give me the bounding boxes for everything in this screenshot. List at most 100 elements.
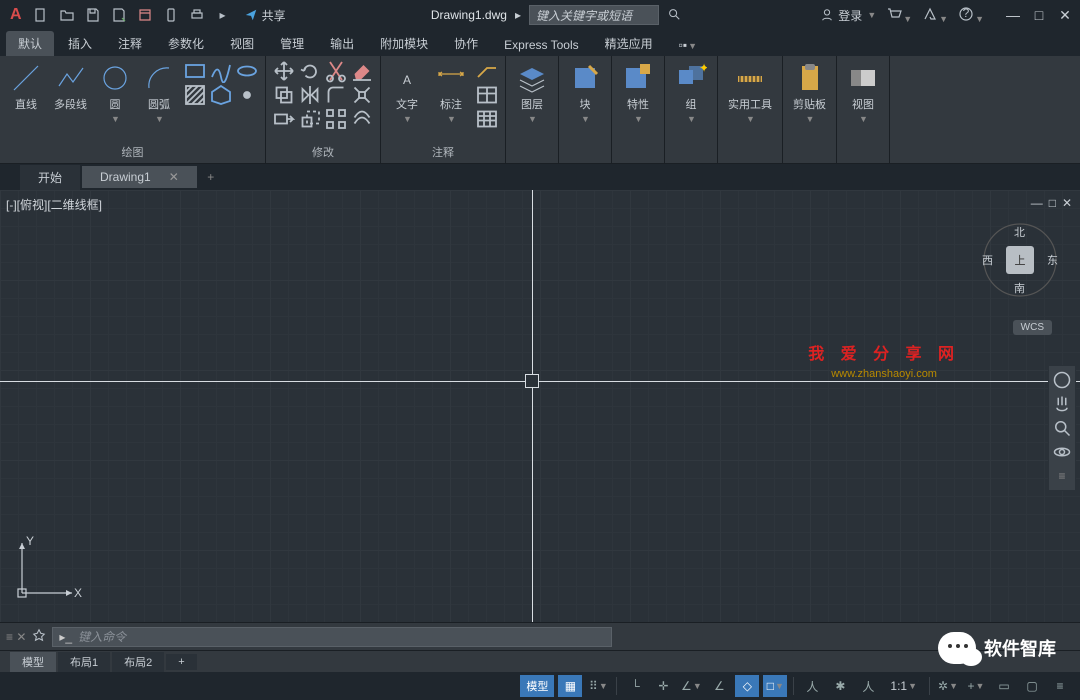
point-icon[interactable] bbox=[235, 84, 259, 106]
panel-draw-title[interactable]: 绘图 bbox=[6, 142, 259, 163]
cloud-icon[interactable] bbox=[475, 108, 499, 130]
status-lwt-icon[interactable]: □▼ bbox=[763, 675, 787, 697]
view-button[interactable]: 视图▼ bbox=[843, 60, 883, 126]
status-ws-icon[interactable]: ▭ bbox=[992, 675, 1016, 697]
chevron-right-icon[interactable]: ▸ bbox=[515, 8, 521, 22]
status-anno-icon[interactable]: 人 bbox=[800, 675, 824, 697]
nav-orbit-icon[interactable] bbox=[1052, 442, 1072, 462]
viewport-label[interactable]: [-][俯视][二维线框] bbox=[6, 196, 102, 213]
open-icon[interactable] bbox=[56, 4, 78, 26]
explode-icon[interactable] bbox=[350, 84, 374, 106]
status-gear-icon[interactable]: ✲▼ bbox=[936, 675, 960, 697]
status-osnap-icon[interactable]: ◇ bbox=[735, 675, 759, 697]
erase-icon[interactable] bbox=[350, 60, 374, 82]
spline-icon[interactable] bbox=[209, 60, 233, 82]
tab-view[interactable]: 视图 bbox=[218, 31, 266, 56]
cart-icon[interactable]: ▼ bbox=[886, 6, 912, 25]
line-button[interactable]: 直线 bbox=[6, 60, 46, 114]
help-icon[interactable]: ?▼ bbox=[958, 6, 984, 25]
autodesk-icon[interactable]: ▼ bbox=[922, 6, 948, 25]
prop-button[interactable]: 特性▼ bbox=[618, 60, 658, 126]
status-qs-icon[interactable]: ▢ bbox=[1020, 675, 1044, 697]
vp-min-icon[interactable]: — bbox=[1031, 196, 1043, 210]
stretch-icon[interactable] bbox=[272, 108, 296, 130]
layer-button[interactable]: 图层▼ bbox=[512, 60, 552, 126]
text-button[interactable]: A文字▼ bbox=[387, 60, 427, 126]
ellipse-icon[interactable] bbox=[235, 60, 259, 82]
group-button[interactable]: ✦组▼ bbox=[671, 60, 711, 126]
command-input[interactable]: ▸_ 键入命令 bbox=[52, 627, 612, 647]
saveas-icon[interactable] bbox=[108, 4, 130, 26]
cmd-hist-icon[interactable]: ≡ ✕ bbox=[6, 630, 26, 644]
layout-add[interactable]: + bbox=[166, 654, 196, 670]
tab-drawing1[interactable]: Drawing1✕ bbox=[82, 166, 197, 188]
web-icon[interactable] bbox=[134, 4, 156, 26]
status-annoscale-icon[interactable]: ✱ bbox=[828, 675, 852, 697]
status-snap-icon[interactable]: ⠿▼ bbox=[586, 675, 610, 697]
status-model[interactable]: 模型 bbox=[520, 675, 554, 697]
viewcube[interactable]: 北 南 东 西 上 bbox=[980, 220, 1060, 300]
status-polar-icon[interactable]: ✛ bbox=[651, 675, 675, 697]
clip-button[interactable]: 剪贴板▼ bbox=[789, 60, 830, 126]
panel-annot-title[interactable]: 注释 bbox=[387, 142, 499, 163]
tab-close-icon[interactable]: ✕ bbox=[169, 170, 179, 184]
util-button[interactable]: 实用工具▼ bbox=[724, 60, 776, 126]
mobile-icon[interactable] bbox=[160, 4, 182, 26]
login-button[interactable]: 登录 ▼ bbox=[820, 7, 876, 24]
hatch-icon[interactable] bbox=[183, 84, 207, 106]
status-otrack-icon[interactable]: ∠ bbox=[707, 675, 731, 697]
layout-2[interactable]: 布局2 bbox=[112, 652, 164, 672]
status-plus-icon[interactable]: +▼ bbox=[964, 675, 988, 697]
status-grid-icon[interactable]: ▦ bbox=[558, 675, 582, 697]
tab-parametric[interactable]: 参数化 bbox=[156, 31, 216, 56]
circle-button[interactable]: 圆▼ bbox=[95, 60, 135, 126]
search-input[interactable]: 键入关键字或短语 bbox=[529, 5, 659, 25]
dim-button[interactable]: 标注▼ bbox=[431, 60, 471, 126]
rotate-icon[interactable] bbox=[298, 60, 322, 82]
tab-collab[interactable]: 协作 bbox=[442, 31, 490, 56]
tab-output[interactable]: 输出 bbox=[318, 31, 366, 56]
status-annovis-icon[interactable]: 人 bbox=[856, 675, 880, 697]
array-icon[interactable] bbox=[324, 108, 348, 130]
tab-default[interactable]: 默认 bbox=[6, 31, 54, 56]
rect-icon[interactable] bbox=[183, 60, 207, 82]
status-scale[interactable]: 1:1▼ bbox=[884, 675, 923, 697]
viewcube-top[interactable]: 上 bbox=[1006, 246, 1034, 274]
table-icon[interactable] bbox=[475, 84, 499, 106]
layout-1[interactable]: 布局1 bbox=[58, 652, 110, 672]
tab-insert[interactable]: 插入 bbox=[56, 31, 104, 56]
block-button[interactable]: 块▼ bbox=[565, 60, 605, 126]
tab-add-button[interactable]: + bbox=[199, 170, 223, 184]
new-icon[interactable] bbox=[30, 4, 52, 26]
tab-start[interactable]: 开始 bbox=[20, 165, 80, 190]
minimize-icon[interactable]: — bbox=[1004, 7, 1022, 24]
save-icon[interactable] bbox=[82, 4, 104, 26]
app-logo[interactable]: A bbox=[6, 6, 26, 24]
wcs-button[interactable]: WCS bbox=[1013, 320, 1052, 335]
fillet-icon[interactable] bbox=[324, 84, 348, 106]
copy-icon[interactable] bbox=[272, 84, 296, 106]
status-ortho-icon[interactable]: └ bbox=[623, 675, 647, 697]
nav-wheel-icon[interactable] bbox=[1052, 370, 1072, 390]
tab-express[interactable]: Express Tools bbox=[492, 34, 590, 56]
panel-modify-title[interactable]: 修改 bbox=[272, 142, 374, 163]
drawing-canvas[interactable]: [-][俯视][二维线框] — □ ✕ 我 爱 分 享 网 www.zhansh… bbox=[0, 190, 1080, 622]
nav-zoom-icon[interactable] bbox=[1052, 418, 1072, 438]
nav-more-icon[interactable]: ≡ bbox=[1052, 466, 1072, 486]
scale-icon[interactable] bbox=[298, 108, 322, 130]
layout-model[interactable]: 模型 bbox=[10, 652, 56, 672]
qat-more-icon[interactable]: ▸ bbox=[212, 4, 234, 26]
print-icon[interactable] bbox=[186, 4, 208, 26]
search-icon[interactable] bbox=[667, 7, 681, 24]
maximize-icon[interactable]: □ bbox=[1030, 7, 1048, 24]
polyline-button[interactable]: 多段线 bbox=[50, 60, 91, 114]
cmd-custom-icon[interactable] bbox=[32, 628, 46, 645]
close-icon[interactable]: ✕ bbox=[1056, 7, 1074, 24]
offset-icon[interactable] bbox=[350, 108, 374, 130]
move-icon[interactable] bbox=[272, 60, 296, 82]
leader-icon[interactable] bbox=[475, 60, 499, 82]
tab-manage[interactable]: 管理 bbox=[268, 31, 316, 56]
vp-close-icon[interactable]: ✕ bbox=[1062, 196, 1072, 210]
status-menu-icon[interactable]: ≡ bbox=[1048, 675, 1072, 697]
tab-addins[interactable]: 附加模块 bbox=[368, 31, 440, 56]
